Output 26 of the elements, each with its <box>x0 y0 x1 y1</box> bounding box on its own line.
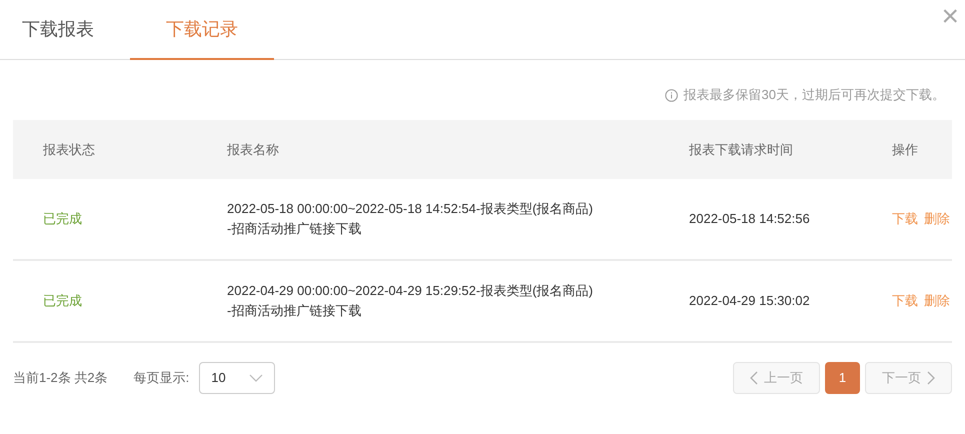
request-time: 2022-05-18 14:52:56 <box>689 211 810 226</box>
action-link[interactable]: 下载 <box>892 291 918 311</box>
report-name: 2022-05-18 00:00:00~2022-05-18 14:52:54-报表类型(报名商品) -招商活动推广链接下载 <box>227 200 594 238</box>
column-header: 报表下载请求时间 <box>689 142 793 156</box>
page-button[interactable]: 1 <box>825 362 860 394</box>
column-header: 报表名称 <box>227 142 279 156</box>
action-link[interactable]: 下载 <box>892 209 918 229</box>
page-size-select[interactable]: 10 <box>199 362 276 394</box>
status-text: 已完成 <box>43 293 82 308</box>
tab[interactable]: 下载报表 <box>0 0 116 60</box>
chevron-left-icon <box>750 371 758 385</box>
caret-icon <box>249 374 264 382</box>
notice-text: 报表最多保留30天，过期后可再次提交下载。 <box>684 86 945 104</box>
column-header: 报表状态 <box>43 142 95 156</box>
action-link[interactable]: 删除 <box>924 209 950 229</box>
report-name: 2022-04-29 00:00:00~2022-04-29 15:29:52-报表类型(报名商品) -招商活动推广链接下载 <box>227 282 594 320</box>
column-header: 操作 <box>892 142 918 156</box>
tab[interactable]: 下载记录 <box>130 0 274 60</box>
range-text: 当前1-2条 共2条 <box>13 369 108 388</box>
info-icon <box>664 88 678 102</box>
chevron-right-icon <box>927 371 935 385</box>
request-time: 2022-04-29 15:30:02 <box>689 293 810 308</box>
action-link[interactable]: 删除 <box>924 291 950 311</box>
page-size-label: 每页显示: <box>134 369 190 388</box>
status-text: 已完成 <box>43 211 82 226</box>
close-button[interactable]: × <box>941 2 959 32</box>
